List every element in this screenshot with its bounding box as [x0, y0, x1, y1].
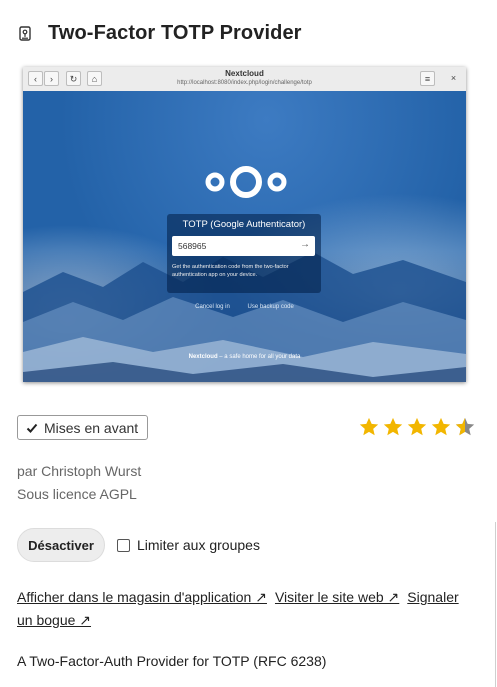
app-icon — [17, 26, 33, 42]
app-title: Two-Factor TOTP Provider — [48, 22, 302, 44]
totp-code-input: 568965 → — [172, 236, 315, 256]
close-icon: × — [450, 73, 457, 83]
totp-code-value: 568965 — [178, 241, 207, 251]
cancel-login-link: Cancel log in — [195, 304, 230, 310]
totp-title: TOTP (Google Authenticator) — [182, 219, 306, 230]
disable-button[interactable]: Désactiver — [17, 528, 105, 562]
url-text: http://localhost:8080/index.php/login/ch… — [177, 80, 312, 86]
footer-brand: Nextcloud — [188, 354, 218, 360]
app-screenshot[interactable]: ‹ › ↻ ⌂ Nextcloud http://localhost:8080/… — [23, 67, 466, 382]
checkmark-icon — [26, 422, 38, 434]
app-header: Two-Factor TOTP Provider — [17, 22, 302, 45]
app-description: A Two-Factor-Auth Provider for TOTP (RFC… — [17, 653, 327, 669]
license-text: Sous licence AGPL — [17, 486, 137, 502]
rating — [357, 416, 477, 438]
limit-groups-checkbox[interactable] — [117, 538, 130, 552]
totp-form: TOTP (Google Authenticator) 568965 → Get… — [167, 214, 321, 293]
star-icon — [359, 417, 379, 436]
half-star-icon — [455, 417, 475, 436]
totp-help-text: Get the authentication code from the two… — [172, 264, 289, 278]
limit-to-groups[interactable]: Limiter aux groupes — [117, 537, 260, 553]
featured-badge: Mises en avant — [17, 415, 149, 440]
panel-divider — [495, 522, 496, 687]
website-link[interactable]: Visiter le site web ↗ — [275, 589, 399, 605]
submit-arrow-icon: → — [300, 239, 310, 250]
author-text: par Christoph Wurst — [17, 463, 142, 479]
footer-tagline: – a safe home for all your data — [217, 354, 301, 360]
featured-label: Mises en avant — [44, 419, 139, 436]
menu-icon: ≡ — [420, 71, 435, 86]
login-links: Cancel log in Use backup code — [23, 304, 466, 310]
login-page: TOTP (Google Authenticator) 568965 → Get… — [23, 91, 466, 382]
login-footer: Nextcloud – a safe home for all your dat… — [23, 354, 466, 360]
backup-code-link: Use backup code — [247, 304, 294, 310]
star-icon — [407, 417, 427, 436]
window-title: Nextcloud — [225, 69, 264, 78]
browser-chrome: ‹ › ↻ ⌂ Nextcloud http://localhost:8080/… — [23, 67, 466, 92]
app-store-link[interactable]: Afficher dans le magasin d'application ↗ — [17, 589, 267, 605]
limit-groups-label[interactable]: Limiter aux groupes — [137, 537, 260, 553]
star-icon — [431, 417, 451, 436]
nextcloud-logo — [205, 166, 287, 198]
app-links: Afficher dans le magasin d'application ↗… — [17, 586, 477, 632]
star-icon — [383, 417, 403, 436]
